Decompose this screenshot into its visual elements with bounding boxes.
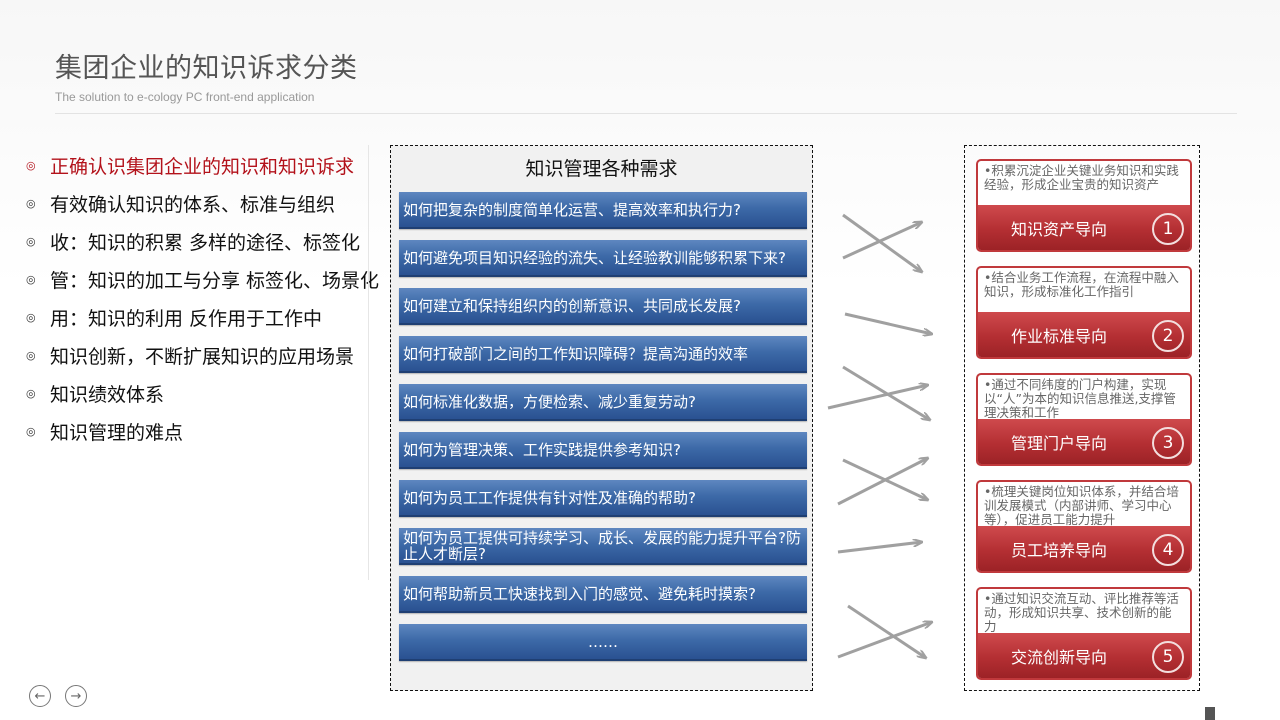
outline-list: ◎ 正确认识集团企业的知识和知识诉求 ◎ 有效确认知识的体系、标准与组织 ◎ 收：知识… xyxy=(26,146,379,450)
needs-panel: 知识管理各种需求 如何把复杂的制度简单化运营、提高效率和执行力? 如何避免项目知… xyxy=(390,145,813,691)
outline-item[interactable]: ◎ 管：知识的加工与分享 标签化、场景化 xyxy=(26,260,379,298)
orientation-desc: •通过不同纬度的门户构建，实现以“人”为本的知识信息推送,支撑管理决策和工作 xyxy=(984,378,1176,420)
orientation-panel: •积累沉淀企业关键业务知识和实践经验，形成企业宝贵的知识资产 知识资产导向 1 … xyxy=(964,145,1200,691)
outline-item[interactable]: ◎ 知识绩效体系 xyxy=(26,374,374,412)
orientation-number: 1 xyxy=(1152,213,1184,245)
bullet-icon: ◎ xyxy=(26,424,36,438)
need-item: 如何为员工提供可持续学习、成长、发展的能力提升平台?防止人才断层? xyxy=(399,528,807,565)
outline-item[interactable]: ◎ 正确认识集团企业的知识和知识诉求 xyxy=(26,146,374,184)
bullet-icon: ◎ xyxy=(26,158,36,172)
next-slide-button[interactable]: → xyxy=(65,685,87,707)
mapping-arrow xyxy=(842,213,922,272)
need-item: 如何为管理决策、工作实践提供参考知识? xyxy=(399,432,807,469)
mapping-arrow xyxy=(844,312,932,334)
orientation-card: •积累沉淀企业关键业务知识和实践经验，形成企业宝贵的知识资产 知识资产导向 1 xyxy=(976,159,1192,252)
bullet-icon: ◎ xyxy=(26,272,36,286)
arrow-right-circle-icon: → xyxy=(70,688,82,704)
orientation-desc: •积累沉淀企业关键业务知识和实践经验，形成企业宝贵的知识资产 xyxy=(984,164,1179,192)
needs-panel-title: 知识管理各种需求 xyxy=(525,158,678,180)
outline-item[interactable]: ◎ 知识管理的难点 xyxy=(26,412,374,450)
outline-item[interactable]: ◎ 收：知识的积累 多样的途径、标签化 xyxy=(26,222,374,260)
bullet-icon: ◎ xyxy=(26,234,36,248)
page-title: 集团企业的知识诉求分类 xyxy=(55,53,358,84)
bullet-icon: ◎ xyxy=(26,386,36,400)
bullet-icon: ◎ xyxy=(26,348,36,362)
orientation-card: •结合业务工作流程，在流程中融入知识，形成标准化工作指引 作业标准导向 2 xyxy=(976,266,1192,359)
orientation-number: 5 xyxy=(1152,641,1184,673)
mapping-arrow xyxy=(842,222,922,260)
prev-slide-button[interactable]: ← xyxy=(29,685,51,707)
mapping-arrow xyxy=(842,458,928,500)
need-item: …… xyxy=(399,624,807,661)
need-item: 如何标准化数据，方便检索、减少重复劳动? xyxy=(399,384,807,421)
need-item: 如何避免项目知识经验的流失、让经验教训能够积累下来? xyxy=(399,240,807,277)
orientation-desc: •结合业务工作流程，在流程中融入知识，形成标准化工作指引 xyxy=(984,271,1179,299)
bullet-icon: ◎ xyxy=(26,310,36,324)
mapping-arrow xyxy=(837,458,928,506)
arrow-left-circle-icon: ← xyxy=(34,688,46,704)
need-item: 如何把复杂的制度简单化运营、提高效率和执行力? xyxy=(399,192,807,229)
need-item: 如何建立和保持组织内的创新意识、共同成长发展? xyxy=(399,288,807,325)
need-item: 如何帮助新员工快速找到入门的感觉、避免耗时摸索? xyxy=(399,576,807,613)
outline-item[interactable]: ◎ 有效确认知识的体系、标准与组织 xyxy=(26,184,374,222)
outline-item[interactable]: ◎ 知识创新，不断扩展知识的应用场景 xyxy=(26,336,374,374)
mapping-arrow xyxy=(847,604,926,658)
page-subtitle: The solution to e-cology PC front-end ap… xyxy=(55,90,315,104)
orientation-card: •通过不同纬度的门户构建，实现以“人”为本的知识信息推送,支撑管理决策和工作 管… xyxy=(976,373,1192,466)
mapping-arrow xyxy=(827,385,928,410)
outline-item[interactable]: ◎ 用：知识的利用 反作用于工作中 xyxy=(26,298,374,336)
orientation-number: 3 xyxy=(1152,427,1184,459)
orientation-card: •通过知识交流互动、评比推荐等活动，形成知识共享、技术创新的能力 交流创新导向 … xyxy=(976,587,1192,680)
orientation-desc: •梳理关键岗位知识体系，并结合培训发展模式（内部讲师、学习中心等），促进员工能力… xyxy=(984,485,1179,527)
orientation-card: •梳理关键岗位知识体系，并结合培训发展模式（内部讲师、学习中心等），促进员工能力… xyxy=(976,480,1192,573)
header-divider xyxy=(55,113,1237,114)
need-item: 如何打破部门之间的工作知识障碍？提高沟通的效率 xyxy=(399,336,807,373)
need-item: 如何为员工工作提供有针对性及准确的帮助? xyxy=(399,480,807,517)
orientation-number: 4 xyxy=(1152,534,1184,566)
outline-divider xyxy=(368,145,369,580)
bullet-icon: ◎ xyxy=(26,196,36,210)
mapping-arrow xyxy=(842,365,930,420)
mapping-arrow xyxy=(837,622,932,659)
corner-marker xyxy=(1205,707,1215,720)
orientation-number: 2 xyxy=(1152,320,1184,352)
orientation-desc: •通过知识交流互动、评比推荐等活动，形成知识共享、技术创新的能力 xyxy=(984,592,1179,634)
mapping-arrow xyxy=(837,542,922,554)
